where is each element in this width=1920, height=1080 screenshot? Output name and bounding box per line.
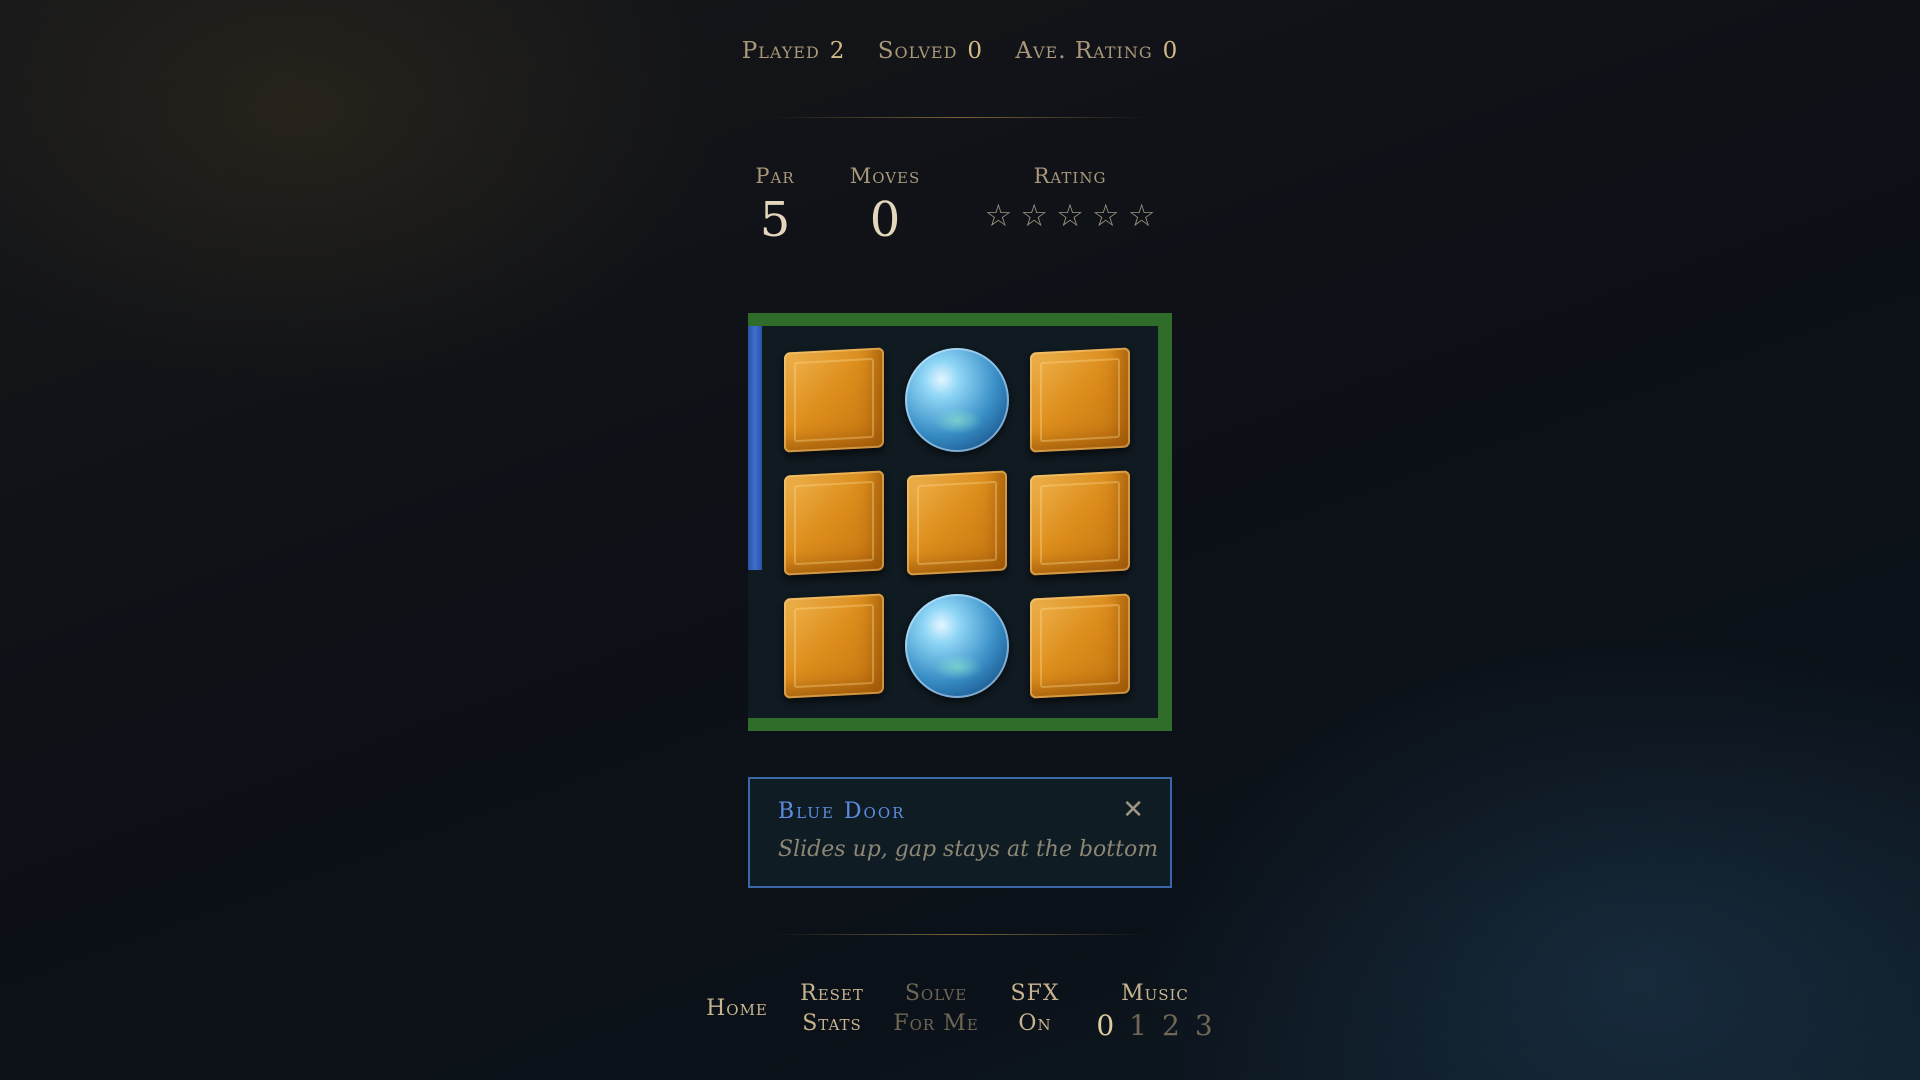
info-text: Slides up, gap stays at the bottom	[778, 837, 1159, 862]
close-icon[interactable]: ✕	[1122, 795, 1144, 825]
played-stat: Played 2	[742, 38, 846, 64]
amber-cube-tile	[784, 347, 884, 453]
amber-cube-tile	[907, 470, 1007, 576]
moves-value: 0	[869, 192, 901, 248]
star-icon: ☆	[1020, 198, 1049, 234]
board-cell[interactable]	[1026, 469, 1134, 577]
solved-label: Solved	[877, 38, 958, 64]
par-label: Par	[755, 164, 795, 188]
board-cell[interactable]	[780, 592, 888, 700]
solve-line2: For Me	[893, 1011, 979, 1036]
blue-door[interactable]	[748, 326, 762, 570]
moves-block: Moves 0	[840, 164, 930, 248]
music-options: 0123	[1090, 1009, 1220, 1043]
star-icon: ☆	[984, 198, 1013, 234]
solved-value: 0	[967, 38, 984, 64]
board-cell[interactable]	[1026, 346, 1134, 454]
avg-rating-stat: Ave. Rating 0	[1015, 38, 1178, 64]
game-board	[748, 313, 1172, 731]
rating-label: Rating	[1033, 164, 1107, 188]
sfx-line1: SFX	[1010, 981, 1060, 1006]
overall-stats: Played 2 Solved 0 Ave. Rating 0	[0, 38, 1920, 64]
reset-line2: Stats	[802, 1011, 862, 1036]
bottom-divider	[770, 934, 1150, 935]
board-cell[interactable]	[780, 469, 888, 577]
board-cell[interactable]	[1026, 592, 1134, 700]
amber-cube-tile	[1030, 470, 1130, 576]
amber-cube-tile	[784, 470, 884, 576]
blue-orb-tile	[905, 594, 1009, 698]
sfx-line2: On	[1018, 1011, 1052, 1036]
music-option-1[interactable]: 1	[1129, 1009, 1148, 1043]
star-icon: ☆	[1091, 198, 1120, 234]
solve-line1: Solve	[904, 981, 968, 1006]
info-title: Blue Door	[778, 799, 906, 824]
rating-block: Rating ☆ ☆ ☆ ☆ ☆	[975, 164, 1165, 232]
blue-orb-tile	[905, 348, 1009, 452]
music-option-0[interactable]: 0	[1096, 1009, 1115, 1043]
moves-label: Moves	[849, 164, 921, 188]
board-cell[interactable]	[780, 346, 888, 454]
top-divider	[770, 117, 1150, 118]
reset-stats-button[interactable]: Reset Stats	[790, 979, 874, 1039]
music-label: Music	[1121, 981, 1189, 1006]
solved-stat: Solved 0	[878, 38, 983, 64]
reset-line1: Reset	[800, 981, 864, 1006]
music-control: Music 0123	[1090, 979, 1220, 1043]
board-cell[interactable]	[903, 346, 1011, 454]
played-value: 2	[829, 38, 846, 64]
star-icon: ☆	[1056, 198, 1084, 234]
board-cell[interactable]	[903, 469, 1011, 577]
board-cell[interactable]	[903, 592, 1011, 700]
par-value: 5	[759, 192, 791, 248]
star-icon: ☆	[1127, 198, 1156, 234]
avg-rating-label: Ave. Rating	[1015, 38, 1153, 64]
solve-for-me-button[interactable]: Solve For Me	[886, 979, 986, 1039]
sfx-toggle[interactable]: SFX On	[1000, 979, 1070, 1039]
avg-rating-value: 0	[1162, 38, 1179, 64]
home-button[interactable]: Home	[697, 994, 777, 1024]
music-option-3[interactable]: 3	[1195, 1009, 1214, 1043]
amber-cube-tile	[1030, 593, 1130, 699]
played-label: Played	[741, 38, 820, 64]
info-panel: Blue Door ✕ Slides up, gap stays at the …	[748, 777, 1172, 888]
amber-cube-tile	[1030, 347, 1130, 453]
home-label: Home	[706, 996, 768, 1021]
amber-cube-tile	[784, 593, 884, 699]
music-option-2[interactable]: 2	[1162, 1009, 1181, 1043]
rating-stars: ☆ ☆ ☆ ☆ ☆	[975, 200, 1165, 232]
par-block: Par 5	[740, 164, 810, 248]
